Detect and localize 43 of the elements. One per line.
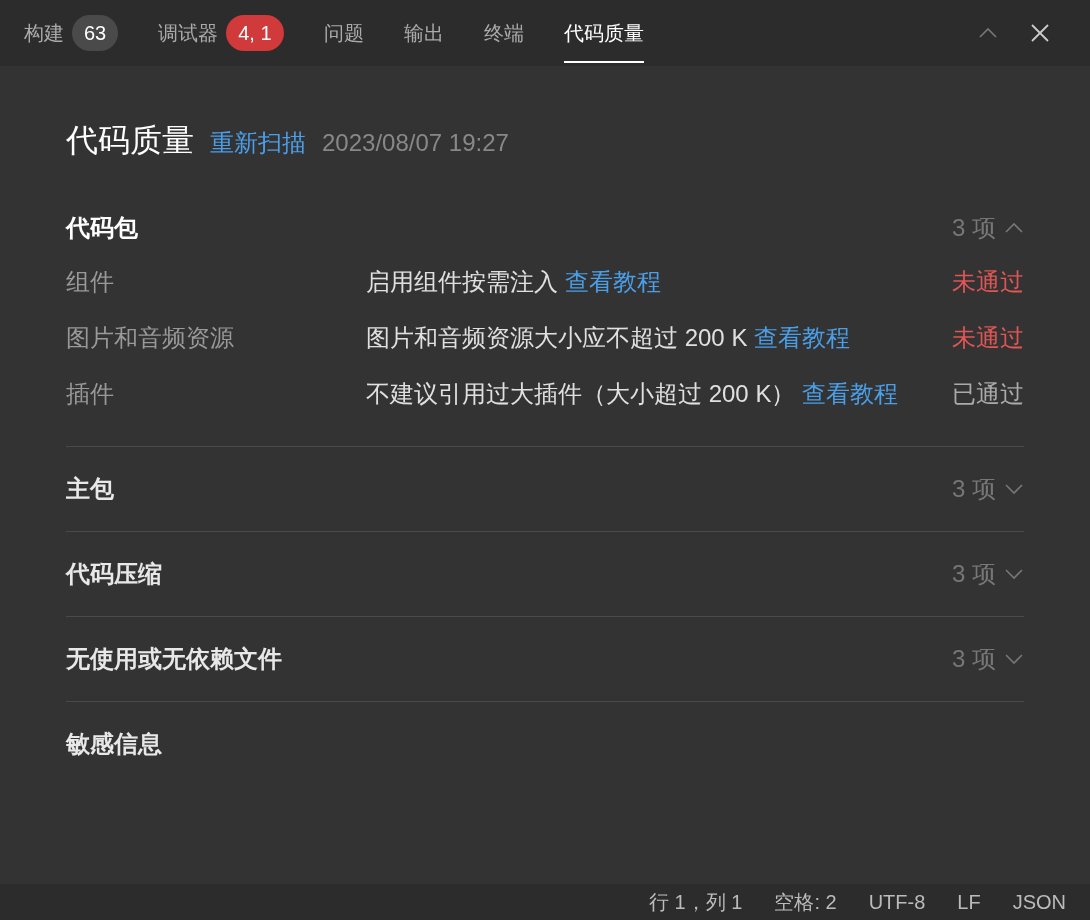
status-bar-item[interactable]: UTF-8 bbox=[868, 892, 926, 912]
chevron-down-icon[interactable] bbox=[1004, 653, 1024, 665]
rescan-link[interactable]: 重新扫描 bbox=[210, 125, 306, 161]
check-name: 图片和音频资源 bbox=[66, 323, 235, 353]
panel-tab[interactable]: 输出 bbox=[403, 3, 444, 63]
chevron-down-icon[interactable] bbox=[1004, 568, 1024, 580]
status-bar-item[interactable]: JSON bbox=[1012, 892, 1066, 912]
section-title[interactable]: 代码压缩 bbox=[66, 556, 162, 592]
panel-tab[interactable]: 问题 bbox=[323, 3, 364, 63]
count-badge: 4, 1 bbox=[226, 15, 284, 51]
section-title[interactable]: 代码包 bbox=[66, 210, 138, 246]
check-name: 插件 bbox=[66, 379, 115, 409]
item-count: 3 项 bbox=[952, 213, 996, 243]
check-name: 组件 bbox=[66, 267, 115, 297]
panel-tab[interactable]: 终端 bbox=[483, 3, 524, 63]
check-description: 启用组件按需注入 查看教程 bbox=[366, 267, 662, 297]
check-description: 不建议引用过大插件（大小超过 200 K） 查看教程 bbox=[366, 379, 900, 409]
chevron-down-icon[interactable] bbox=[1004, 483, 1024, 495]
tutorial-link[interactable]: 查看教程 bbox=[754, 324, 851, 351]
close-icon[interactable] bbox=[1030, 23, 1050, 43]
item-count: 3 项 bbox=[952, 559, 996, 589]
check-description: 图片和音频资源大小应不超过 200 K 查看教程 bbox=[366, 323, 852, 353]
check-status: 未通过 bbox=[951, 267, 1024, 297]
section-title[interactable]: 敏感信息 bbox=[66, 726, 162, 762]
check-status: 已通过 bbox=[951, 379, 1024, 409]
panel-tab[interactable]: 代码质量 bbox=[563, 3, 644, 63]
tutorial-link[interactable]: 查看教程 bbox=[802, 380, 899, 407]
section-title[interactable]: 主包 bbox=[66, 471, 114, 507]
tutorial-link[interactable]: 查看教程 bbox=[564, 268, 661, 295]
item-count: 3 项 bbox=[952, 474, 996, 504]
status-bar-item[interactable]: 行 1，列 1 bbox=[649, 892, 743, 912]
panel-tab[interactable]: 调试器 bbox=[158, 3, 219, 63]
check-status: 未通过 bbox=[951, 323, 1024, 353]
scan-timestamp: 2023/08/07 19:27 bbox=[322, 128, 509, 158]
panel-tab[interactable]: 构建 bbox=[24, 3, 64, 63]
status-bar-item[interactable]: LF bbox=[957, 892, 981, 912]
chevron-up-icon[interactable] bbox=[1004, 222, 1024, 234]
page-title: 代码质量 bbox=[66, 121, 194, 160]
section-title[interactable]: 无使用或无依赖文件 bbox=[66, 641, 282, 677]
count-badge: 63 bbox=[72, 15, 119, 51]
item-count: 3 项 bbox=[952, 644, 996, 674]
status-bar-item[interactable]: 空格: 2 bbox=[774, 892, 837, 912]
chevron-up-icon[interactable] bbox=[978, 27, 998, 39]
